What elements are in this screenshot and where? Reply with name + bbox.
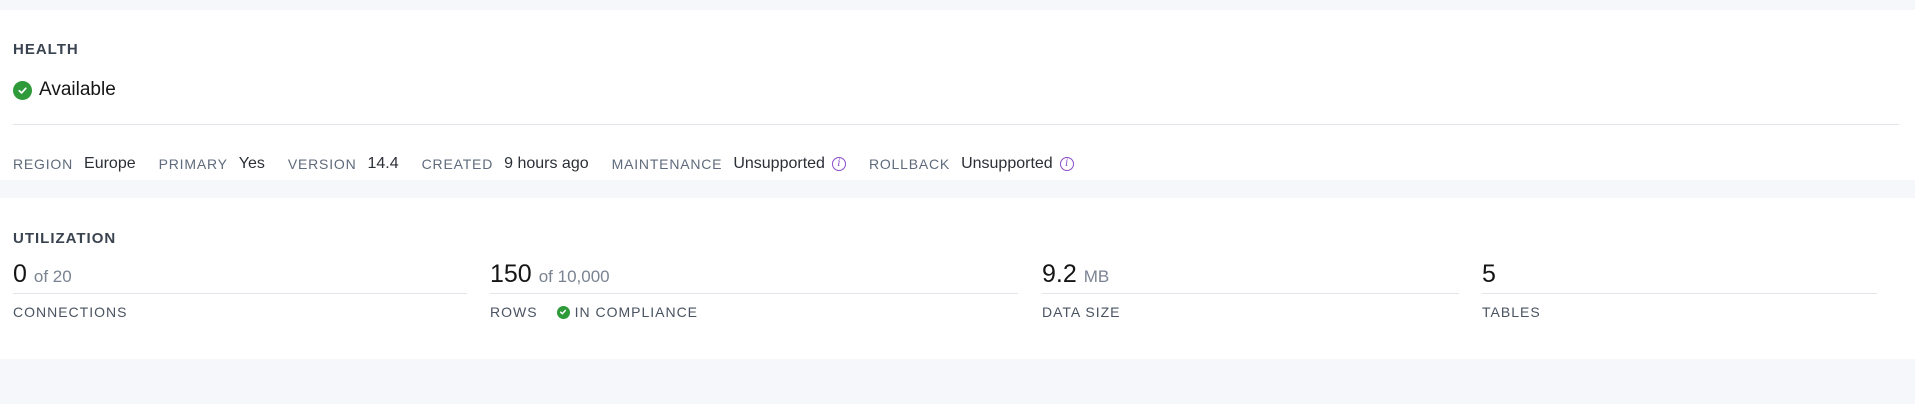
meta-version: VERSION 14.4 — [288, 155, 399, 173]
data-size-value-line: 9.2 MB — [1042, 260, 1459, 292]
meta-maintenance-label: MAINTENANCE — [611, 156, 723, 172]
tables-value-line: 5 — [1482, 260, 1877, 292]
meta-maintenance: MAINTENANCE Unsupported i — [612, 155, 846, 173]
tables-label-row: TABLES — [1482, 304, 1877, 320]
meta-primary-value: Yes — [238, 155, 265, 172]
health-panel: HEALTH Available REGION Europe PRIMARY Y… — [0, 10, 1915, 180]
connections-value: 0 — [13, 260, 27, 288]
health-status-text: Available — [39, 79, 116, 100]
tables-divider — [1482, 293, 1877, 294]
meta-version-value: 14.4 — [367, 155, 399, 172]
data-size-unit: MB — [1083, 267, 1110, 286]
meta-primary: PRIMARY Yes — [159, 155, 265, 173]
maintenance-info-icon[interactable]: i — [831, 157, 846, 171]
rows-divider — [490, 293, 1018, 294]
meta-maintenance-value: Unsupported — [733, 155, 825, 172]
data-size-label: DATA SIZE — [1042, 304, 1121, 320]
metric-connections: 0 of 20 CONNECTIONS — [13, 260, 467, 320]
data-size-divider — [1042, 293, 1459, 294]
meta-created-label: CREATED — [421, 156, 494, 172]
compliance-text: IN COMPLIANCE — [574, 304, 699, 320]
connections-divider — [13, 293, 467, 294]
meta-region: REGION Europe — [13, 155, 136, 173]
utilization-title: UTILIZATION — [13, 230, 117, 247]
check-circle-icon — [556, 305, 570, 319]
connections-label: CONNECTIONS — [13, 304, 128, 320]
compliance-badge: IN COMPLIANCE — [556, 304, 699, 320]
rows-limit: of 10,000 — [538, 267, 610, 286]
rows-label-row: ROWS IN COMPLIANCE — [490, 304, 1018, 320]
meta-primary-label: PRIMARY — [158, 156, 228, 172]
rows-value: 150 — [490, 260, 532, 288]
metric-rows: 150 of 10,000 ROWS IN COMPLIANCE — [490, 260, 1018, 320]
meta-rollback-label: ROLLBACK — [868, 156, 951, 172]
health-meta-row: REGION Europe PRIMARY Yes VERSION 14.4 C… — [13, 154, 1097, 174]
metric-tables: 5 TABLES — [1482, 260, 1877, 320]
meta-created-value: 9 hours ago — [504, 155, 589, 172]
data-size-label-row: DATA SIZE — [1042, 304, 1459, 320]
check-circle-icon — [13, 80, 32, 100]
utilization-panel: UTILIZATION 0 of 20 CONNECTIONS 150 of 1… — [0, 198, 1915, 359]
health-title: HEALTH — [13, 41, 79, 58]
connections-value-line: 0 of 20 — [13, 260, 467, 292]
meta-created: CREATED 9 hours ago — [422, 155, 589, 173]
health-status: Available — [13, 78, 116, 102]
metric-data-size: 9.2 MB DATA SIZE — [1042, 260, 1459, 320]
meta-region-value: Europe — [84, 155, 136, 172]
meta-version-label: VERSION — [287, 156, 357, 172]
meta-region-label: REGION — [13, 156, 74, 172]
rows-label: ROWS — [490, 304, 538, 320]
tables-label: TABLES — [1482, 304, 1541, 320]
meta-rollback: ROLLBACK Unsupported i — [869, 155, 1074, 173]
health-divider — [13, 124, 1899, 125]
connections-limit: of 20 — [33, 267, 72, 286]
connections-label-row: CONNECTIONS — [13, 304, 467, 320]
rollback-info-icon[interactable]: i — [1059, 157, 1074, 171]
data-size-value: 9.2 — [1042, 260, 1077, 288]
tables-value: 5 — [1482, 260, 1496, 288]
meta-rollback-value: Unsupported — [961, 155, 1053, 172]
rows-value-line: 150 of 10,000 — [490, 260, 1018, 292]
